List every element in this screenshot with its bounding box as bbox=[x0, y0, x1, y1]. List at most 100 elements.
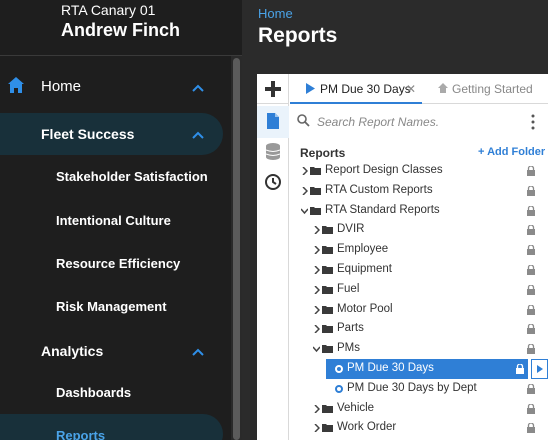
page-title: Reports bbox=[258, 24, 338, 47]
caret-right-icon[interactable] bbox=[301, 167, 308, 175]
sidebar-scroll-thumb[interactable] bbox=[233, 58, 240, 440]
caret-right-icon[interactable] bbox=[313, 266, 320, 274]
tree-folder[interactable]: Employee bbox=[290, 240, 548, 260]
caret-right-icon[interactable] bbox=[313, 424, 320, 433]
folder-icon bbox=[322, 226, 333, 235]
reports-panel: PM Due 30 Days ✕ Getting Started Reports… bbox=[257, 74, 548, 440]
tree-folder[interactable]: Work Order bbox=[290, 418, 548, 438]
folder-icon bbox=[322, 266, 333, 274]
tree-item-label: PMs bbox=[337, 342, 360, 355]
tree-item-label: Employee bbox=[337, 243, 389, 256]
lock-icon bbox=[527, 225, 535, 236]
report-icon bbox=[335, 365, 343, 373]
search-input[interactable] bbox=[317, 112, 522, 132]
lock-icon bbox=[527, 403, 535, 414]
org-name: RTA Canary 01 bbox=[61, 2, 156, 18]
caret-down-icon[interactable] bbox=[313, 345, 320, 353]
caret-right-icon[interactable] bbox=[313, 305, 320, 314]
reports-tool-button[interactable] bbox=[257, 106, 289, 138]
lock-icon bbox=[527, 166, 535, 176]
home-icon bbox=[8, 77, 24, 93]
chevron-up-icon[interactable] bbox=[191, 347, 205, 357]
folder-icon bbox=[322, 246, 333, 255]
caret-right-icon[interactable] bbox=[313, 285, 320, 294]
page-header: Home Reports bbox=[242, 0, 548, 60]
tree-item-label: Fuel bbox=[337, 282, 360, 295]
tree-item-label: Equipment bbox=[337, 263, 392, 275]
folder-icon bbox=[322, 325, 333, 334]
nav-resource-efficiency[interactable]: Resource Efficiency bbox=[56, 256, 180, 271]
search-icon bbox=[297, 114, 310, 127]
tree-folder[interactable]: Motor Pool bbox=[290, 300, 548, 320]
caret-right-icon[interactable] bbox=[313, 404, 320, 413]
play-icon bbox=[306, 83, 315, 94]
run-report-button[interactable] bbox=[531, 359, 548, 379]
folder-icon bbox=[310, 186, 321, 195]
breadcrumb[interactable]: Home bbox=[258, 6, 293, 21]
chevron-up-icon[interactable] bbox=[191, 130, 205, 140]
nav-intentional-culture[interactable]: Intentional Culture bbox=[56, 213, 171, 228]
lock-icon bbox=[527, 265, 535, 275]
close-tab-icon[interactable]: ✕ bbox=[406, 82, 416, 96]
folder-icon bbox=[322, 424, 333, 433]
tool-rail bbox=[257, 74, 289, 440]
tab-label: PM Due 30 Days bbox=[320, 82, 411, 96]
caret-down-icon[interactable] bbox=[301, 207, 308, 215]
tree-folder[interactable]: RTA Custom Reports bbox=[290, 181, 548, 201]
tab-label: Getting Started bbox=[452, 82, 533, 96]
tree-item-label: PM Due 30 Days bbox=[347, 362, 434, 374]
more-options-icon[interactable] bbox=[528, 112, 538, 132]
add-folder-button[interactable]: + Add Folder bbox=[478, 146, 545, 158]
nav-fleet-success[interactable]: Fleet Success bbox=[0, 113, 223, 155]
caret-right-icon[interactable] bbox=[301, 186, 308, 195]
lock-icon bbox=[527, 344, 535, 355]
caret-right-icon[interactable] bbox=[313, 325, 320, 334]
document-icon bbox=[267, 113, 279, 129]
caret-right-icon[interactable] bbox=[313, 246, 320, 255]
tab-pm-due-30-days[interactable]: PM Due 30 Days ✕ bbox=[290, 74, 422, 104]
nav-analytics-label: Analytics bbox=[41, 343, 104, 359]
tab-getting-started[interactable]: Getting Started bbox=[430, 74, 548, 104]
report-icon bbox=[335, 384, 343, 393]
lock-icon bbox=[527, 304, 535, 315]
chevron-up-icon[interactable] bbox=[191, 83, 205, 93]
tree-item-label: Report Design Classes bbox=[325, 164, 443, 176]
folder-icon bbox=[322, 285, 333, 294]
folder-icon bbox=[322, 305, 333, 314]
history-tool-button[interactable] bbox=[257, 168, 289, 196]
add-button[interactable] bbox=[257, 74, 289, 104]
sidebar: RTA Canary 01 Andrew Finch Home Fleet Su… bbox=[0, 0, 242, 440]
tree-folder[interactable]: Parts bbox=[290, 319, 548, 339]
tree-folder[interactable]: Equipment bbox=[290, 260, 548, 280]
caret-right-icon[interactable] bbox=[313, 226, 320, 235]
lock-icon bbox=[527, 324, 535, 335]
play-icon bbox=[537, 365, 543, 373]
user-name: Andrew Finch bbox=[61, 20, 181, 40]
tree-item-label: Vehicle bbox=[337, 401, 375, 414]
lock-icon bbox=[527, 245, 535, 256]
tree-report[interactable]: PM Due 30 Days by Dept bbox=[290, 379, 548, 399]
nav-stakeholder-satisfaction[interactable]: Stakeholder Satisfaction bbox=[56, 169, 208, 184]
lock-icon bbox=[516, 364, 524, 374]
lock-icon bbox=[527, 423, 535, 434]
folder-icon bbox=[310, 167, 321, 175]
tree-item-label: Work Order bbox=[337, 421, 397, 434]
tree-folder[interactable]: RTA Standard Reports bbox=[290, 201, 548, 221]
plus-icon bbox=[265, 81, 281, 97]
tree-folder[interactable]: DVIR bbox=[290, 220, 548, 240]
database-tool-button[interactable] bbox=[257, 138, 289, 166]
tree-folder[interactable]: Vehicle bbox=[290, 399, 548, 419]
folder-open-icon bbox=[322, 345, 333, 354]
nav-analytics[interactable]: Analytics bbox=[0, 334, 232, 366]
tree-report[interactable]: PM Due 30 Days bbox=[290, 359, 548, 379]
search-bar bbox=[297, 112, 527, 132]
nav-home-label: Home bbox=[41, 78, 82, 95]
lock-icon bbox=[527, 284, 535, 295]
tree-folder[interactable]: Report Design Classes bbox=[290, 161, 548, 181]
nav-reports[interactable]: Reports bbox=[0, 414, 223, 440]
tree-folder[interactable]: PMs bbox=[290, 339, 548, 359]
nav-home[interactable]: Home bbox=[0, 64, 232, 108]
nav-dashboards[interactable]: Dashboards bbox=[56, 385, 131, 400]
tree-folder[interactable]: Fuel bbox=[290, 280, 548, 300]
nav-risk-management[interactable]: Risk Management bbox=[56, 299, 167, 314]
